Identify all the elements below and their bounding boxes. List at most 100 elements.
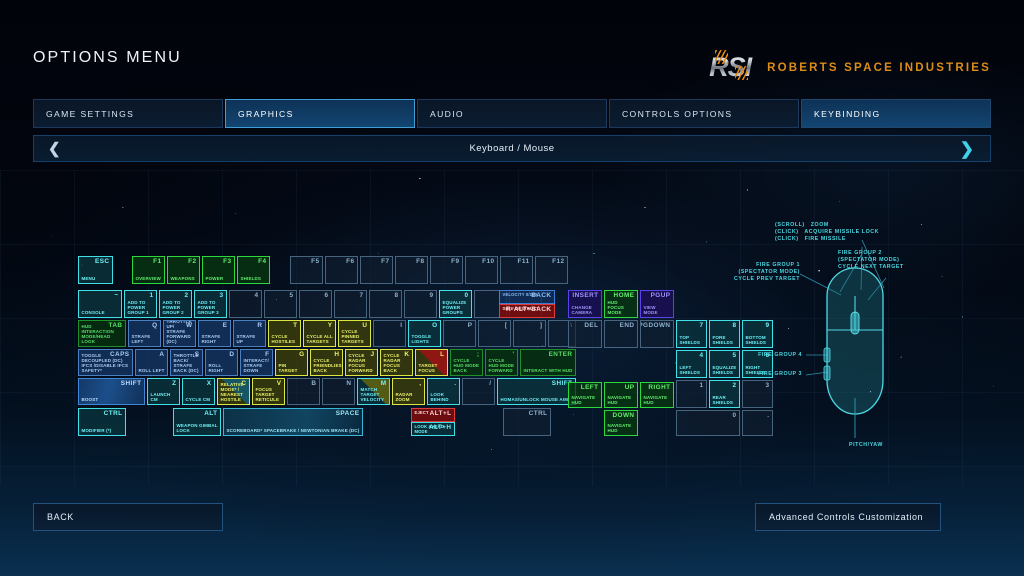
key-f4[interactable]: F4 SHIELDS: [237, 256, 270, 284]
key-cap-label: INSERT: [572, 291, 599, 299]
key-pgup[interactable]: PGUP VIEW MODE: [640, 290, 674, 318]
key-o[interactable]: O TOGGLE LIGHTS: [408, 320, 441, 347]
key-f11[interactable]: F11: [500, 256, 533, 284]
key-f7[interactable]: F7: [360, 256, 393, 284]
key-8[interactable]: 8: [369, 290, 402, 318]
key-f8[interactable]: F8: [395, 256, 428, 284]
key-j[interactable]: J CYCLE RADAR FOCUS FORWARD: [345, 349, 378, 376]
key-binding-label: WEAPONS: [170, 276, 195, 282]
key-2[interactable]: 2 ADD TO POWER GROUP 2: [159, 290, 192, 318]
key-left[interactable]: LEFT NAVIGATE HUD: [568, 382, 602, 408]
key-backspace[interactable]: BACK VELOCITY 0/100 R-ALT+BACK SELF DESTR…: [499, 290, 555, 318]
key-a[interactable]: A ROLL LEFT: [135, 349, 168, 376]
key-[interactable]: ; CYCLE HUD MODE BACK: [450, 349, 483, 376]
key-esc[interactable]: ESC MENU: [78, 256, 113, 284]
key-7[interactable]: 7 TOP SHIELDS: [676, 320, 707, 348]
key-0[interactable]: 0: [676, 410, 740, 436]
key-shift[interactable]: SHIFT HOMAS/UNLOCK MOUSE AIM: [497, 378, 576, 405]
key-binding-label: ROLL RIGHT: [208, 363, 224, 374]
key-f1[interactable]: F1 OVERVIEW: [132, 256, 165, 284]
key-f3[interactable]: F3 POWER: [202, 256, 235, 284]
key-l[interactable]: L TARGET FOCUS: [415, 349, 448, 376]
key-7[interactable]: 7: [334, 290, 367, 318]
key-backspace-primary[interactable]: BACK VELOCITY 0/100: [499, 290, 555, 304]
key-end[interactable]: END: [604, 320, 638, 348]
key-binding-label: PIN TARGET: [278, 363, 298, 374]
key-f5[interactable]: F5: [290, 256, 323, 284]
key-i[interactable]: I: [373, 320, 406, 347]
back-button[interactable]: BACK: [33, 503, 223, 531]
key-t[interactable]: T CYCLE HOSTILES: [268, 320, 301, 347]
key-r[interactable]: R STRAFE UP: [233, 320, 266, 347]
key-z[interactable]: Z LAUNCH CM: [147, 378, 180, 405]
key-b[interactable]: B: [287, 378, 320, 405]
key-4[interactable]: 4: [229, 290, 262, 318]
key-f12[interactable]: F12: [535, 256, 568, 284]
key-k[interactable]: K CYCLE RADAR FOCUS BACK: [380, 349, 413, 376]
key-[interactable]: /: [462, 378, 495, 405]
key-q[interactable]: Q STRAFE LEFT: [128, 320, 161, 347]
key-backspace-modifier[interactable]: R-ALT+BACK SELF DESTRUCT: [499, 304, 555, 318]
key-[interactable]: ~ CONSOLE: [78, 290, 122, 318]
key-pgdown[interactable]: PGDOWN: [640, 320, 674, 348]
key-[interactable]: [: [478, 320, 511, 347]
key-5[interactable]: 5 EQUALIZE SHIELDS: [709, 350, 740, 378]
key-ctrl[interactable]: CTRL MODIFIER (*): [78, 408, 126, 436]
key-[interactable]: ' CYCLE HUD MODE FORWARD: [485, 349, 518, 376]
key-del[interactable]: DEL: [568, 320, 602, 348]
key-e[interactable]: E STRAFE RIGHT: [198, 320, 231, 347]
key-alt-h[interactable]: ALT+H LOOK AHEAD MODE: [411, 422, 455, 436]
key-f9[interactable]: F9: [430, 256, 463, 284]
key-5[interactable]: 5: [264, 290, 297, 318]
key-m[interactable]: M MATCH TARGET VELOCITY: [357, 378, 390, 405]
key-up[interactable]: UP NAVIGATE HUD: [604, 382, 638, 408]
key-f[interactable]: F INTERACT/ STRAFE DOWN: [240, 349, 273, 376]
key-insert[interactable]: INSERT CHANGE CAMERA: [568, 290, 602, 318]
key-6[interactable]: 6: [299, 290, 332, 318]
key-[interactable]: . LOOK BEHIND: [427, 378, 460, 405]
key-c[interactable]: C RELATIVE MODE* / NEAREST HOSTILE: [217, 378, 250, 405]
key-home[interactable]: HOME HUD FOCUS MODE: [604, 290, 638, 318]
key-right[interactable]: RIGHT NAVIGATE HUD: [640, 382, 674, 408]
key-f2[interactable]: F2 WEAPONS: [167, 256, 200, 284]
key-space[interactable]: SPACE SCOREBOARD* SPACEBRAKE / NEWTONIAN …: [223, 408, 363, 436]
key-caps[interactable]: CAPS TOGGLE DECOUPLED (DC) IFCS /DISABLE …: [78, 349, 133, 376]
key-h[interactable]: H CYCLE FRIENDLIES BACK: [310, 349, 343, 376]
key-d[interactable]: D ROLL RIGHT: [205, 349, 238, 376]
key-g[interactable]: G PIN TARGET: [275, 349, 308, 376]
key-2[interactable]: 2 REAR SHIELDS: [709, 380, 740, 408]
advanced-controls-button[interactable]: Advanced Controls Customization: [755, 503, 941, 531]
key-p[interactable]: P: [443, 320, 476, 347]
key-cap-label: N: [346, 379, 352, 387]
key-cap-label: DEL: [584, 321, 599, 329]
key-n[interactable]: N: [322, 378, 355, 405]
key-shift[interactable]: SHIFT BOOST: [78, 378, 145, 405]
key-down[interactable]: DOWN NAVIGATE HUD: [604, 410, 638, 436]
key-f6[interactable]: F6: [325, 256, 358, 284]
key-x[interactable]: X CYCLE CM: [182, 378, 215, 405]
key-v[interactable]: V FOCUS TARGET RETICULE: [252, 378, 285, 405]
key-s[interactable]: S THROTTLE BACK/ STRAFE BACK (DC): [170, 349, 203, 376]
key-ctrl[interactable]: CTRL: [503, 408, 551, 436]
key-[interactable]: ]: [513, 320, 546, 347]
key-alt-l[interactable]: ALT+L EJECT: [411, 408, 455, 422]
key-1[interactable]: 1: [676, 380, 707, 408]
key-0[interactable]: 0 EQUALIZE POWER GROUPS: [439, 290, 472, 318]
key-1[interactable]: 1 ADD TO POWER GROUP 1: [124, 290, 157, 318]
key-8[interactable]: 8 FORE SHIELDS: [709, 320, 740, 348]
key-cap-label: F11: [517, 257, 530, 265]
key-u[interactable]: U CYCLE PINNED TARGETS: [338, 320, 371, 347]
key-tab[interactable]: TAB HUD INTERACTION MODE/HEAD LOOK: [78, 320, 126, 347]
key-f10[interactable]: F10: [465, 256, 498, 284]
key-9[interactable]: 9 BOTTOM SHIELDS: [742, 320, 773, 348]
key-alt[interactable]: ALT WEAPON GIMBAL LOCK: [173, 408, 221, 436]
key-w[interactable]: W THROTTLE UP/ STRAFE FORWARD (DC): [163, 320, 196, 347]
key-[interactable]: .: [742, 410, 773, 436]
key-4[interactable]: 4 LEFT SHIELDS: [676, 350, 707, 378]
key-3[interactable]: 3 ADD TO POWER GROUP 3: [194, 290, 227, 318]
key-y[interactable]: Y CYCLE ALL TARGETS: [303, 320, 336, 347]
key-9[interactable]: 9: [404, 290, 437, 318]
key-[interactable]: , RADAR ZOOM: [392, 378, 425, 405]
key-3[interactable]: 3: [742, 380, 773, 408]
key-enter[interactable]: ENTER INTERACT WITH HUD: [520, 349, 576, 376]
